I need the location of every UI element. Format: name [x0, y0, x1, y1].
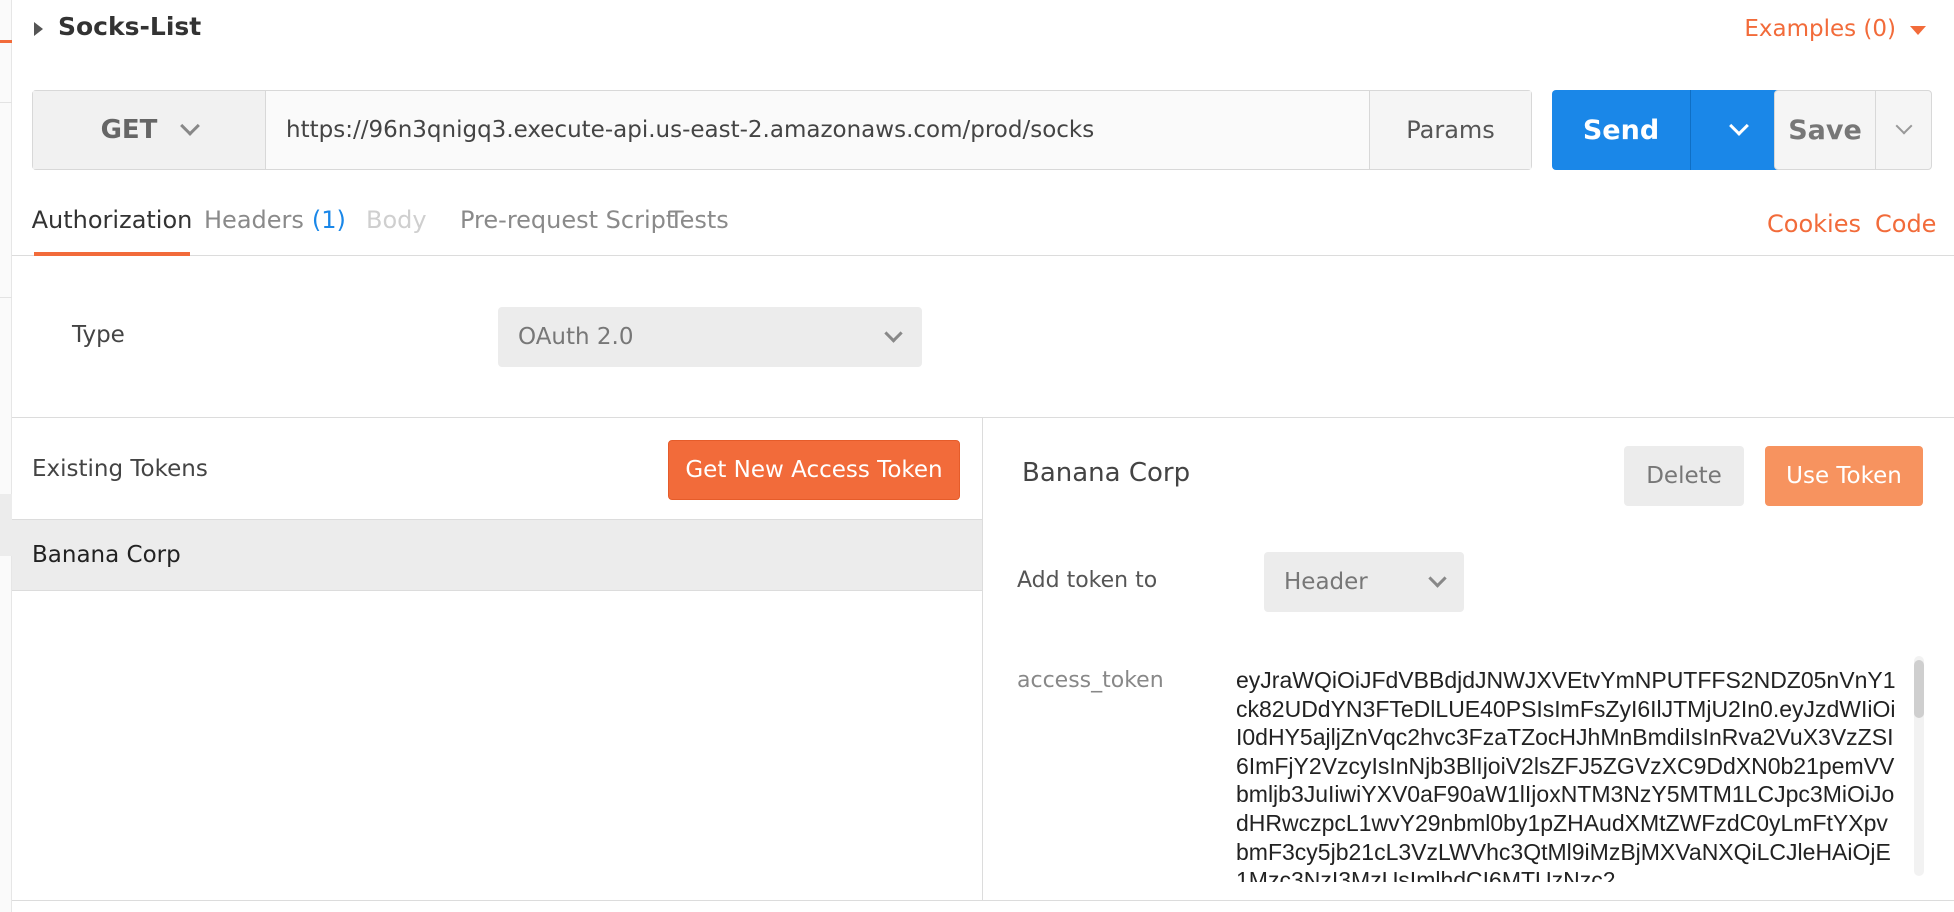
scrollbar-thumb[interactable]	[1914, 660, 1924, 718]
token-list: Banana Corp	[12, 519, 982, 591]
chevron-down-icon	[180, 116, 201, 136]
save-button-group: Save	[1774, 90, 1932, 170]
url-bar: GET Params	[32, 90, 1532, 170]
chevron-down-icon	[1428, 568, 1447, 588]
request-tabs: Authorization Headers (1) Body Pre-reque…	[12, 196, 1954, 256]
get-new-access-token-button[interactable]: Get New Access Token	[668, 440, 960, 500]
chevron-down-icon	[884, 323, 903, 343]
sidebar-divider	[0, 102, 12, 103]
tab-label: Authorization	[31, 206, 193, 234]
chevron-down-icon	[1728, 116, 1749, 136]
auth-type-value: OAuth 2.0	[518, 324, 634, 350]
method-label: GET	[100, 115, 158, 145]
sidebar-divider	[0, 297, 12, 298]
add-token-to-label: Add token to	[1017, 568, 1158, 593]
tab-label: Body	[366, 206, 427, 234]
method-select[interactable]: GET	[33, 91, 266, 169]
delete-token-button[interactable]: Delete	[1624, 446, 1744, 506]
examples-label: Examples (0)	[1744, 16, 1896, 42]
tab-headers[interactable]: Headers (1)	[204, 196, 346, 256]
save-options-button[interactable]	[1875, 91, 1931, 169]
headers-count-badge: (1)	[311, 206, 346, 234]
tab-label: Pre-request Script	[460, 206, 676, 234]
chevron-down-icon	[1895, 117, 1912, 135]
token-detail-name: Banana Corp	[1022, 458, 1191, 488]
send-button[interactable]: Send	[1552, 90, 1690, 170]
bottom-divider	[12, 900, 1954, 901]
auth-type-label: Type	[72, 322, 125, 348]
token-item-name: Banana Corp	[32, 542, 181, 568]
expand-caret-icon[interactable]	[34, 22, 43, 36]
send-options-button[interactable]	[1690, 90, 1786, 170]
params-button[interactable]: Params	[1369, 91, 1531, 169]
tab-label: Headers	[204, 206, 304, 234]
auth-type-select[interactable]: OAuth 2.0	[498, 307, 922, 367]
save-button[interactable]: Save	[1775, 91, 1875, 169]
tab-pre-request-script[interactable]: Pre-request Script	[460, 196, 675, 256]
collections-sidebar-edge	[0, 0, 12, 912]
access-token-container[interactable]: eyJraWQiOiJFdVBBdjdJNWJXVEtvYmNPUTFFS2ND…	[1236, 666, 1898, 882]
request-title[interactable]: Socks-List	[58, 12, 201, 41]
tab-label: Tests	[669, 206, 729, 234]
examples-dropdown[interactable]: Examples (0)	[1744, 16, 1926, 42]
send-button-group: Send	[1552, 90, 1786, 170]
tab-tests[interactable]: Tests	[669, 196, 729, 256]
cookies-link[interactable]: Cookies	[1767, 210, 1861, 238]
request-title-row: Socks-List Examples (0)	[12, 0, 1954, 62]
access-token-label: access_token	[1017, 668, 1164, 693]
use-token-button[interactable]: Use Token	[1765, 446, 1923, 506]
sidebar-active-marker	[0, 40, 12, 43]
existing-tokens-heading: Existing Tokens	[32, 456, 208, 482]
access-token-scrollbar[interactable]	[1914, 656, 1924, 876]
section-divider	[12, 417, 1954, 418]
panel-divider	[982, 418, 983, 900]
add-token-to-select[interactable]: Header	[1264, 552, 1464, 612]
token-list-item[interactable]: Banana Corp	[12, 519, 982, 591]
tab-authorization[interactable]: Authorization	[31, 196, 193, 256]
add-token-to-value: Header	[1284, 569, 1368, 595]
tab-body[interactable]: Body	[366, 196, 427, 256]
access-token-value[interactable]: eyJraWQiOiJFdVBBdjdJNWJXVEtvYmNPUTFFS2ND…	[1236, 666, 1898, 882]
sidebar-selected-row	[0, 494, 12, 556]
caret-down-icon	[1910, 25, 1926, 35]
code-link[interactable]: Code	[1875, 210, 1936, 238]
url-input[interactable]	[266, 91, 1369, 169]
